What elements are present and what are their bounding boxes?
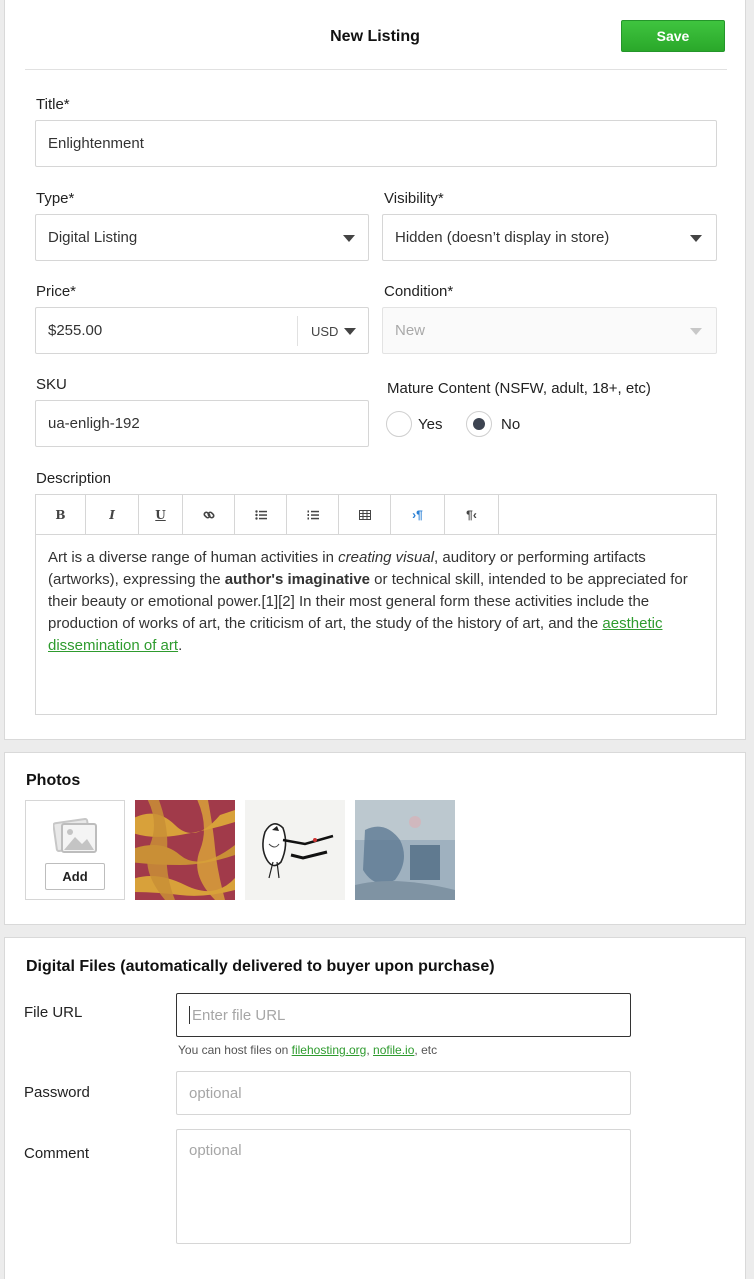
bullet-list-button[interactable] [235,495,287,534]
underline-icon: U [155,507,166,522]
visibility-label: Visibility* [384,190,444,207]
description-label: Description [36,470,112,487]
file-url-placeholder: Enter file URL [192,1006,286,1024]
mature-content-label: Mature Content (NSFW, adult, 18+, etc) [387,380,651,397]
currency-divider [297,316,298,346]
editor-content[interactable]: Art is a diverse range of human activiti… [48,547,708,657]
sku-input[interactable]: ua-enligh-192 [35,400,369,447]
editor-text: Art is a diverse range of human activiti… [48,549,339,566]
type-select[interactable]: Digital Listing [35,214,369,261]
table-button[interactable] [339,495,391,534]
text-cursor [189,1006,190,1024]
sku-label: SKU [36,376,67,393]
radio-no[interactable] [466,411,492,437]
numbered-list-icon [307,510,319,519]
chevron-down-icon [690,235,702,242]
blue-grey-abstract-image [355,800,455,900]
price-value: $255.00 [48,322,103,339]
hint-text: You can host files on [178,1043,292,1057]
rtl-icon: ¶‹ [466,507,477,522]
link-icon [202,510,215,519]
photo-thumbnail-2[interactable] [245,800,345,900]
type-value: Digital Listing [48,229,138,246]
bold-button[interactable]: B [36,495,86,534]
file-url-input[interactable]: Enter file URL [176,993,631,1037]
title-label: Title* [36,96,70,113]
currency-value: USD [311,323,339,339]
title-input[interactable]: Enlightenment [35,120,717,167]
password-label: Password [24,1084,90,1101]
currency-select[interactable]: USD [311,308,338,354]
photo-thumbnail-3[interactable] [355,800,455,900]
bold-icon: B [55,507,66,522]
visibility-value: Hidden (doesn’t display in store) [395,229,610,246]
radio-no-label: No [501,415,521,433]
password-placeholder: optional [189,1084,242,1102]
italic-button[interactable]: I [86,495,139,534]
abstract-orange-pattern-image [135,800,235,900]
visibility-select[interactable]: Hidden (doesn’t display in store) [382,214,717,261]
type-label: Type* [36,190,75,207]
nofile-link[interactable]: nofile.io [373,1043,414,1057]
condition-label: Condition* [384,283,454,300]
table-icon [358,509,371,520]
italic-icon: I [109,507,115,522]
comment-label: Comment [24,1145,90,1162]
hint-suffix: , etc [414,1043,438,1057]
ltr-button[interactable]: ›¶ [391,495,445,534]
editor-bold-text: author's imaginative [224,571,371,588]
chevron-down-icon [344,328,356,335]
radio-selected-dot [473,418,485,430]
listing-card: New Listing Save Title* Enlightenment Ty… [4,0,746,740]
editor-toolbar: B I U ›¶ ¶‹ [36,495,716,535]
rtl-button[interactable]: ¶‹ [445,495,499,534]
chevron-down-icon [343,235,355,242]
condition-select: New [382,307,717,354]
price-input[interactable]: $255.00 USD [35,307,369,354]
underline-button[interactable]: U [139,495,183,534]
file-url-label: File URL [24,1004,83,1021]
radio-yes-label: Yes [418,415,443,433]
bullet-list-icon [254,509,267,520]
save-button[interactable]: Save [621,20,725,52]
sku-value: ua-enligh-192 [48,415,140,432]
ltr-icon: ›¶ [412,507,423,522]
password-input[interactable]: optional [176,1071,631,1115]
add-photo-button[interactable]: Add [45,863,105,890]
digital-files-card: Digital Files (automatically delivered t… [4,937,746,1279]
add-photo-tile[interactable]: Add [25,800,125,900]
mature-no-option[interactable]: No [466,411,520,437]
condition-value: New [395,322,426,339]
photo-thumbnail-1[interactable] [135,800,235,900]
editor-text: . [178,637,183,654]
link-button[interactable] [183,495,235,534]
image-icon [53,818,97,853]
comment-placeholder: optional [189,1142,242,1159]
file-url-hint: You can host files on filehosting.org, n… [178,1043,437,1057]
digital-files-title: Digital Files (automatically delivered t… [26,958,495,975]
chevron-down-icon [690,328,702,335]
mature-yes-option[interactable]: Yes [386,411,442,437]
filehosting-link[interactable]: filehosting.org [292,1043,367,1057]
comment-textarea[interactable]: optional [176,1129,631,1244]
title-value: Enlightenment [48,135,144,152]
photos-title: Photos [26,772,81,789]
radio-yes[interactable] [386,411,412,437]
price-label: Price* [36,283,77,300]
photos-card: Photos Add [4,752,746,925]
editor-italic-text: creating visual [338,549,435,566]
numbered-list-button[interactable] [287,495,339,534]
bird-ink-sketch-image [245,800,345,900]
description-editor: B I U ›¶ ¶‹ Art is a diverse range of hu… [35,494,717,715]
header-divider [25,69,727,70]
